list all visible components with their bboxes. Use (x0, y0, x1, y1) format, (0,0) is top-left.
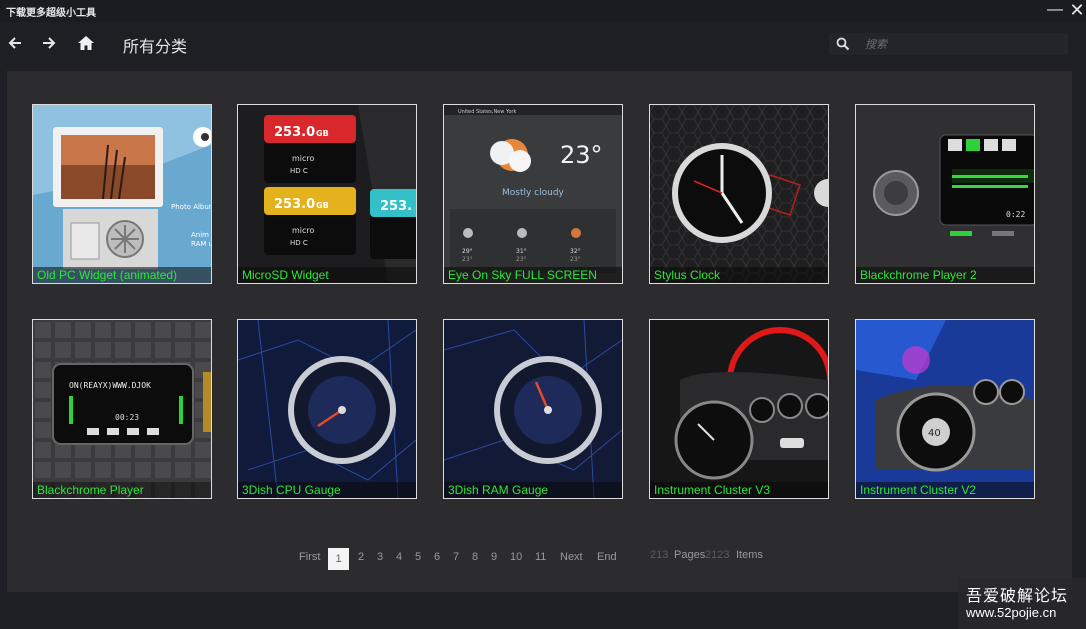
svg-text:micro: micro (292, 154, 315, 163)
svg-text:GB: GB (316, 129, 329, 138)
page-link[interactable]: 5 (415, 551, 421, 563)
widget-label: Instrument Cluster V2 (856, 482, 1034, 498)
cluster-v3-thumbnail (650, 320, 828, 498)
widget-label: 3Dish CPU Gauge (238, 482, 416, 498)
widget-card-blackchrome-player[interactable]: ON(REAYX)WWW.DJOK 00:23 Blackchrome Play… (32, 319, 212, 499)
forward-arrow-icon[interactable] (38, 32, 60, 54)
page-link[interactable]: 2 (358, 551, 364, 563)
widget-card-weather[interactable]: United States,New York 23° Mostly cloudy… (443, 104, 623, 284)
svg-text:23°: 23° (462, 256, 473, 263)
page-link[interactable]: 4 (396, 551, 402, 563)
widget-label: MicroSD Widget (238, 267, 416, 283)
svg-text:29°: 29° (462, 248, 473, 255)
first-page-link[interactable]: First (299, 551, 320, 563)
page-title: 所有分类 (123, 39, 188, 56)
page-link[interactable]: 10 (510, 551, 522, 563)
search-input[interactable] (863, 35, 1062, 55)
svg-text:micro: micro (292, 226, 315, 235)
svg-text:253.: 253. (380, 199, 412, 214)
blackchrome-player-thumbnail: ON(REAYX)WWW.DJOK 00:23 (33, 320, 211, 498)
ram-gauge-thumbnail (444, 320, 622, 498)
pages-label: Pages (674, 549, 706, 561)
svg-text:0:22: 0:22 (1006, 210, 1025, 219)
widget-card-stylus-clock[interactable]: Stylus Clock (649, 104, 829, 284)
widget-card-cpu-gauge[interactable]: 3Dish CPU Gauge (237, 319, 417, 499)
page-count: 213 (650, 549, 669, 561)
svg-text:United States,New York: United States,New York (458, 109, 516, 115)
widget-label: Stylus Clock (650, 267, 828, 283)
svg-text:HD C: HD C (290, 167, 308, 175)
page-link[interactable]: 7 (453, 551, 459, 563)
widget-label: Eye On Sky FULL SCREEN (444, 267, 622, 283)
widget-label: Blackchrome Player 2 (856, 267, 1034, 283)
pagination: First 1 2 3 4 5 6 7 8 9 10 11 Next End 2… (0, 548, 1086, 570)
widget-card-ram-gauge[interactable]: 3Dish RAM Gauge (443, 319, 623, 499)
search-box[interactable] (829, 33, 1068, 55)
blackchrome-player-2-thumbnail: 0:22 (856, 105, 1034, 283)
title-bar: 下载更多超级小工具 — ✕ (0, 0, 1086, 22)
nav-bar: 所有分类 (0, 22, 1086, 66)
close-button[interactable]: ✕ (1064, 0, 1086, 22)
svg-text:00:23: 00:23 (115, 413, 139, 422)
svg-text:Mostly cloudy: Mostly cloudy (502, 188, 565, 198)
svg-text:ON(REAYX)WWW.DJOK: ON(REAYX)WWW.DJOK (69, 381, 151, 390)
widget-card-blackchrome-player-2[interactable]: 0:22 Blackchrome Player 2 (855, 104, 1035, 284)
watermark-title: 吾爱破解论坛 (966, 588, 1069, 605)
svg-text:GB: GB (316, 201, 329, 210)
svg-text:40: 40 (928, 428, 941, 439)
svg-text:23°: 23° (516, 256, 527, 263)
svg-text:31°: 31° (516, 248, 527, 255)
widget-label: 3Dish RAM Gauge (444, 482, 622, 498)
current-page[interactable]: 1 (328, 548, 349, 570)
stylus-clock-thumbnail (650, 105, 828, 283)
page-link[interactable]: 9 (491, 551, 497, 563)
widget-label: Instrument Cluster V3 (650, 482, 828, 498)
home-icon[interactable] (75, 32, 97, 54)
page-link[interactable]: 8 (472, 551, 478, 563)
cpu-gauge-thumbnail (238, 320, 416, 498)
item-count: 2123 (705, 549, 730, 561)
widget-label: Old PC Widget (animated) (33, 267, 211, 283)
items-label: Items (736, 549, 763, 561)
svg-text:253.0: 253.0 (274, 125, 315, 140)
svg-text:23°: 23° (560, 141, 603, 169)
microsd-thumbnail: 253.0 GB micro HD C 253.0 GB micro HD C … (238, 105, 416, 283)
widget-card-cluster-v3[interactable]: Instrument Cluster V3 (649, 319, 829, 499)
page-link[interactable]: 11 (535, 551, 546, 563)
status-bar (0, 596, 1086, 629)
old-pc-thumbnail: Photo Album Anim RAM u (33, 105, 211, 283)
svg-text:HD C: HD C (290, 239, 308, 247)
svg-text:32°: 32° (570, 248, 581, 255)
watermark: 吾爱破解论坛 www.52pojie.cn (958, 578, 1086, 629)
watermark-url: www.52pojie.cn (966, 605, 1057, 620)
widget-card-cluster-v2[interactable]: 40 Instrument Cluster V2 (855, 319, 1035, 499)
back-arrow-icon[interactable] (4, 32, 26, 54)
search-icon[interactable] (836, 37, 850, 51)
svg-text:RAM u: RAM u (191, 240, 211, 248)
svg-text:253.0: 253.0 (274, 197, 315, 212)
svg-text:Anim: Anim (191, 231, 209, 239)
svg-text:Photo Album: Photo Album (171, 203, 211, 211)
svg-text:23°: 23° (570, 256, 581, 263)
next-page-link[interactable]: Next (560, 551, 583, 563)
window-title: 下载更多超级小工具 (6, 8, 96, 19)
page-link[interactable]: 6 (434, 551, 440, 563)
weather-thumbnail: United States,New York 23° Mostly cloudy… (444, 105, 622, 283)
widget-label: Blackchrome Player (33, 482, 211, 498)
page-link[interactable]: 3 (377, 551, 383, 563)
widget-card-old-pc[interactable]: Photo Album Anim RAM u Old PC Widget (an… (32, 104, 212, 284)
cluster-v2-thumbnail: 40 (856, 320, 1034, 498)
end-page-link[interactable]: End (597, 551, 617, 563)
widget-card-microsd[interactable]: 253.0 GB micro HD C 253.0 GB micro HD C … (237, 104, 417, 284)
